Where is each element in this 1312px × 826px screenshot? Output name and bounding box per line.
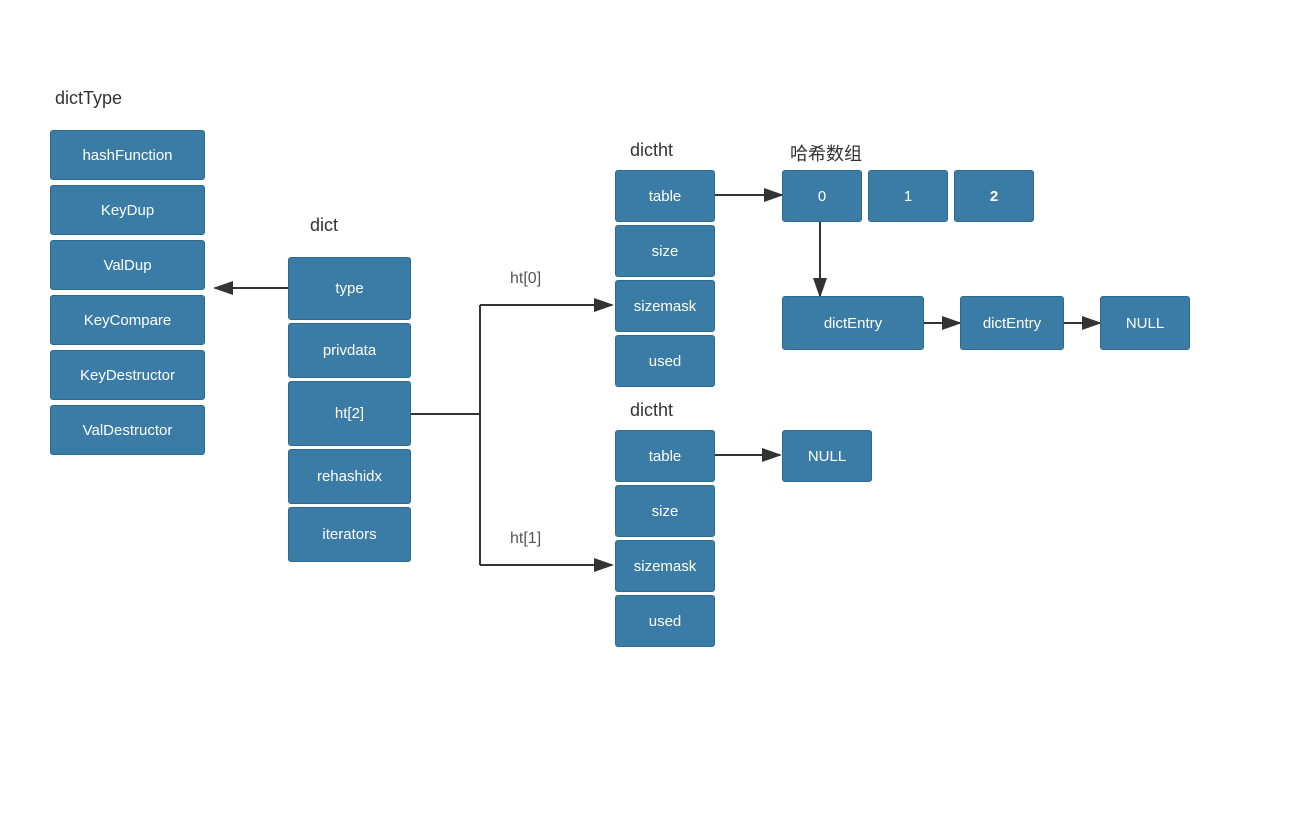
ht0-label: ht[0] [510,270,541,288]
box-top-table: table [615,170,715,222]
box-cell-1: 1 [868,170,948,222]
box-top-sizemask: sizemask [615,280,715,332]
box-null-bottom: NULL [782,430,872,482]
box-type: type [288,257,411,320]
hash-array-label: 哈希数组 [790,140,862,166]
box-iterators: iterators [288,507,411,562]
box-cell-0: 0 [782,170,862,222]
dictht-bottom-label: dictht [630,400,673,421]
box-dictentry-1: dictEntry [782,296,924,350]
box-bottom-used: used [615,595,715,647]
dicttype-label: dictType [55,88,122,109]
box-valdestructor: ValDestructor [50,405,205,455]
box-privdata: privdata [288,323,411,378]
box-top-size: size [615,225,715,277]
box-cell-2: 2 [954,170,1034,222]
ht1-label: ht[1] [510,530,541,548]
box-dictentry-2: dictEntry [960,296,1064,350]
dict-label: dict [310,215,338,236]
box-keydestructor: KeyDestructor [50,350,205,400]
box-null-top: NULL [1100,296,1190,350]
box-keydup: KeyDup [50,185,205,235]
box-valdup: ValDup [50,240,205,290]
diagram: dictType hashFunction KeyDup ValDup KeyC… [0,0,1312,826]
dictht-top-label: dictht [630,140,673,161]
box-keycompare: KeyCompare [50,295,205,345]
box-bottom-sizemask: sizemask [615,540,715,592]
box-rehashidx: rehashidx [288,449,411,504]
box-bottom-size: size [615,485,715,537]
box-top-used: used [615,335,715,387]
box-ht2: ht[2] [288,381,411,446]
box-bottom-table: table [615,430,715,482]
box-hashfunction: hashFunction [50,130,205,180]
